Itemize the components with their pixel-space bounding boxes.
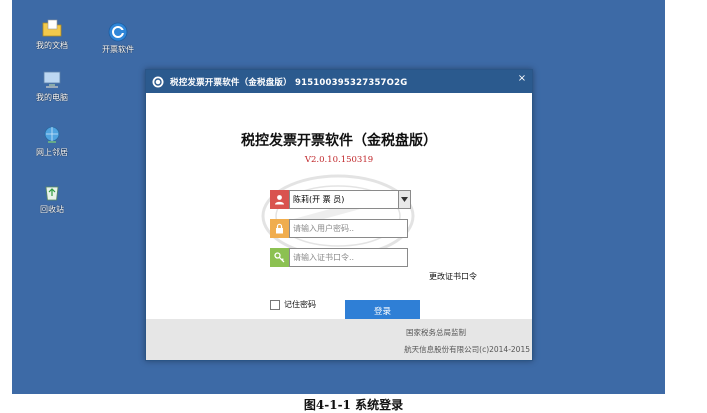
desktop-icon-label: 开票软件	[102, 45, 134, 54]
desktop-icon-label: 网上邻居	[36, 148, 68, 157]
app-title: 税控发票开票软件（金税盘版）	[241, 133, 437, 149]
user-select-value: 陈莉(开 票 员)	[293, 195, 345, 204]
desktop-icon-label: 回收站	[40, 205, 64, 214]
lock-icon	[270, 219, 289, 238]
password-row	[270, 219, 408, 238]
remember-password-checkbox[interactable]	[270, 299, 280, 310]
desktop-icon-my-computer[interactable]: 我的电脑	[22, 70, 82, 103]
remember-password-label: 记住密码	[284, 300, 316, 309]
desktop-icon-network[interactable]: 网上邻居	[22, 125, 82, 158]
user-icon	[270, 190, 289, 209]
login-panel: 税控发票开票软件（金税盘版） V2.0.10.150319 陈莉(开 票 员)	[146, 93, 532, 322]
computer-icon	[41, 70, 63, 90]
user-select[interactable]: 陈莉(开 票 员)	[289, 190, 411, 209]
footer-copyright: 航天信息股份有限公司(c)2014-2015	[404, 345, 530, 354]
chevron-down-icon[interactable]	[398, 191, 410, 208]
window-title: 税控发票开票软件（金税盘版） 915100395327357O2G	[170, 77, 408, 88]
password-input[interactable]	[289, 219, 408, 238]
desktop-icon-recycle-bin[interactable]: 回收站	[22, 182, 82, 215]
invoice-app-icon	[107, 22, 129, 42]
window-footer: 国家税务总局监制 航天信息股份有限公司(c)2014-2015	[146, 319, 532, 360]
window-titlebar[interactable]: 税控发票开票软件（金税盘版） 915100395327357O2G ×	[146, 70, 532, 93]
key-icon	[270, 248, 289, 267]
close-button[interactable]: ×	[515, 73, 529, 85]
app-logo-icon	[152, 76, 164, 87]
desktop-icon-label: 我的文档	[36, 41, 68, 50]
desktop: 我的文档 开票软件 我的电脑 网上邻居 回收站 税控发票开票软件（金税盘版） 9…	[12, 0, 665, 394]
remember-password[interactable]: 记住密码	[270, 299, 316, 310]
login-window: 税控发票开票软件（金税盘版） 915100395327357O2G × 税控发票…	[145, 69, 533, 361]
recycle-bin-icon	[41, 182, 63, 202]
cert-password-input[interactable]	[289, 248, 408, 267]
version-label: V2.0.10.150319	[304, 155, 374, 165]
cert-row	[270, 248, 408, 267]
desktop-icon-my-documents[interactable]: 我的文档	[22, 18, 82, 51]
network-icon	[41, 125, 63, 145]
change-cert-password-link[interactable]: 更改证书口令	[429, 271, 477, 282]
figure-caption: 图4-1-1 系统登录	[303, 398, 404, 412]
footer-supervisor: 国家税务总局监制	[406, 328, 466, 337]
folder-documents-icon	[41, 18, 63, 38]
desktop-icon-invoice-app[interactable]: 开票软件	[88, 22, 148, 55]
desktop-icon-label: 我的电脑	[36, 93, 68, 102]
user-select-row: 陈莉(开 票 员)	[270, 190, 411, 209]
